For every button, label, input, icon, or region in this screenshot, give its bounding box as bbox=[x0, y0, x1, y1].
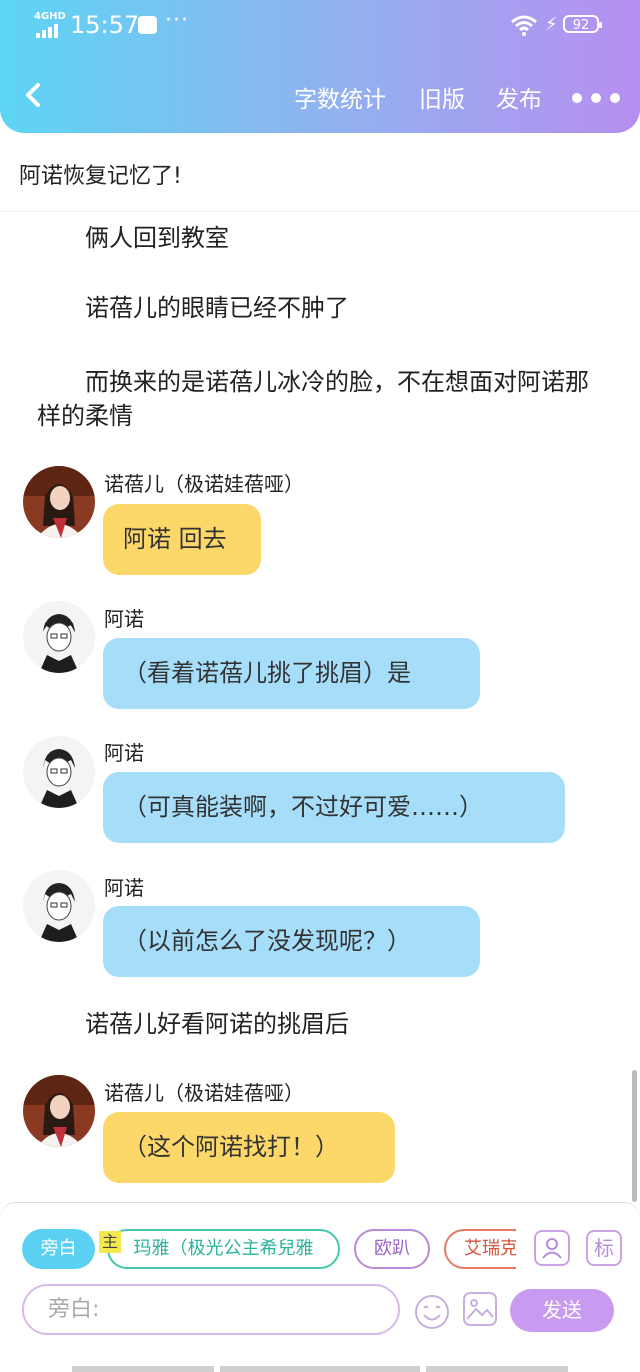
signal-icon bbox=[36, 24, 62, 38]
speaker-name: 诺蓓儿（极诺娃蓓哑） bbox=[104, 472, 304, 496]
old-version-button[interactable]: 旧版 bbox=[419, 80, 465, 114]
charging-icon: ⚡ bbox=[545, 14, 558, 35]
speaker-name: 阿诺 bbox=[104, 607, 144, 631]
message-bubble[interactable]: （这个阿诺找打！） bbox=[103, 1112, 395, 1183]
message-bubble[interactable]: （可真能装啊，不过好可爱……） bbox=[103, 772, 565, 843]
speaker-name: 诺蓓儿（极诺娃蓓哑） bbox=[104, 1081, 304, 1105]
divider bbox=[0, 211, 640, 212]
send-button[interactable]: 发送 bbox=[510, 1289, 614, 1332]
avatar-anuo[interactable] bbox=[23, 601, 95, 673]
network-type: 4GHD bbox=[34, 11, 66, 22]
clock: 15:57 bbox=[70, 11, 140, 39]
dialogue-input[interactable]: 旁白: bbox=[22, 1284, 400, 1335]
word-count-button[interactable]: 字数统计 bbox=[294, 80, 386, 114]
document-title[interactable]: 阿诺恢复记忆了! bbox=[19, 158, 182, 190]
speaker-name: 阿诺 bbox=[104, 876, 144, 900]
avatar-anuo[interactable] bbox=[23, 870, 95, 942]
more-options-icon[interactable] bbox=[572, 88, 629, 107]
publish-button[interactable]: 发布 bbox=[496, 80, 542, 114]
avatar-nobeier[interactable] bbox=[23, 1075, 95, 1147]
narration-paragraph: 俩人回到教室 bbox=[37, 224, 229, 252]
tag-icon[interactable]: 标 bbox=[586, 1230, 622, 1266]
system-nav-bar bbox=[0, 1342, 640, 1372]
avatar-nobeier[interactable] bbox=[23, 466, 95, 538]
character-manage-icon[interactable] bbox=[534, 1230, 570, 1266]
wifi-icon bbox=[511, 15, 537, 36]
narration-paragraph: 而换来的是诺蓓儿冰冷的脸，不在想面对阿诺那样的柔情 bbox=[37, 368, 589, 430]
more-notifications: ··· bbox=[165, 8, 189, 33]
battery-icon: 92 bbox=[563, 15, 602, 33]
scrollbar[interactable] bbox=[632, 1070, 637, 1202]
back-arrow-icon[interactable] bbox=[20, 80, 48, 110]
speaker-name: 阿诺 bbox=[104, 741, 144, 765]
message-bubble[interactable]: （看着诺蓓儿挑了挑眉）是 bbox=[103, 638, 480, 709]
narration-paragraph: 诺蓓儿的眼睛已经不肿了 bbox=[37, 294, 349, 322]
narration-paragraph: 诺蓓儿好看阿诺的挑眉后 bbox=[37, 1010, 349, 1038]
role-chip-eric[interactable]: 艾瑞克 bbox=[444, 1229, 516, 1269]
status-bar: 4GHD 15:57 ··· ⚡ 92 bbox=[0, 8, 640, 44]
image-icon[interactable] bbox=[463, 1292, 497, 1326]
role-chip-maya[interactable]: 玛雅（极光公主希兒雅 bbox=[107, 1229, 340, 1269]
avatar-anuo[interactable] bbox=[23, 736, 95, 808]
emoji-icon[interactable] bbox=[413, 1293, 451, 1331]
role-chip-oupa[interactable]: 欧趴 bbox=[354, 1229, 430, 1269]
role-chip-narration[interactable]: 旁白 bbox=[22, 1229, 95, 1269]
main-character-badge: 主 bbox=[99, 1231, 121, 1253]
message-notification-icon bbox=[138, 16, 157, 34]
message-bubble[interactable]: 阿诺 回去 bbox=[103, 504, 261, 575]
message-bubble[interactable]: （以前怎么了没发现呢？） bbox=[103, 906, 480, 977]
top-bar: 4GHD 15:57 ··· ⚡ 92 字数统计 旧版 发布 bbox=[0, 0, 640, 133]
